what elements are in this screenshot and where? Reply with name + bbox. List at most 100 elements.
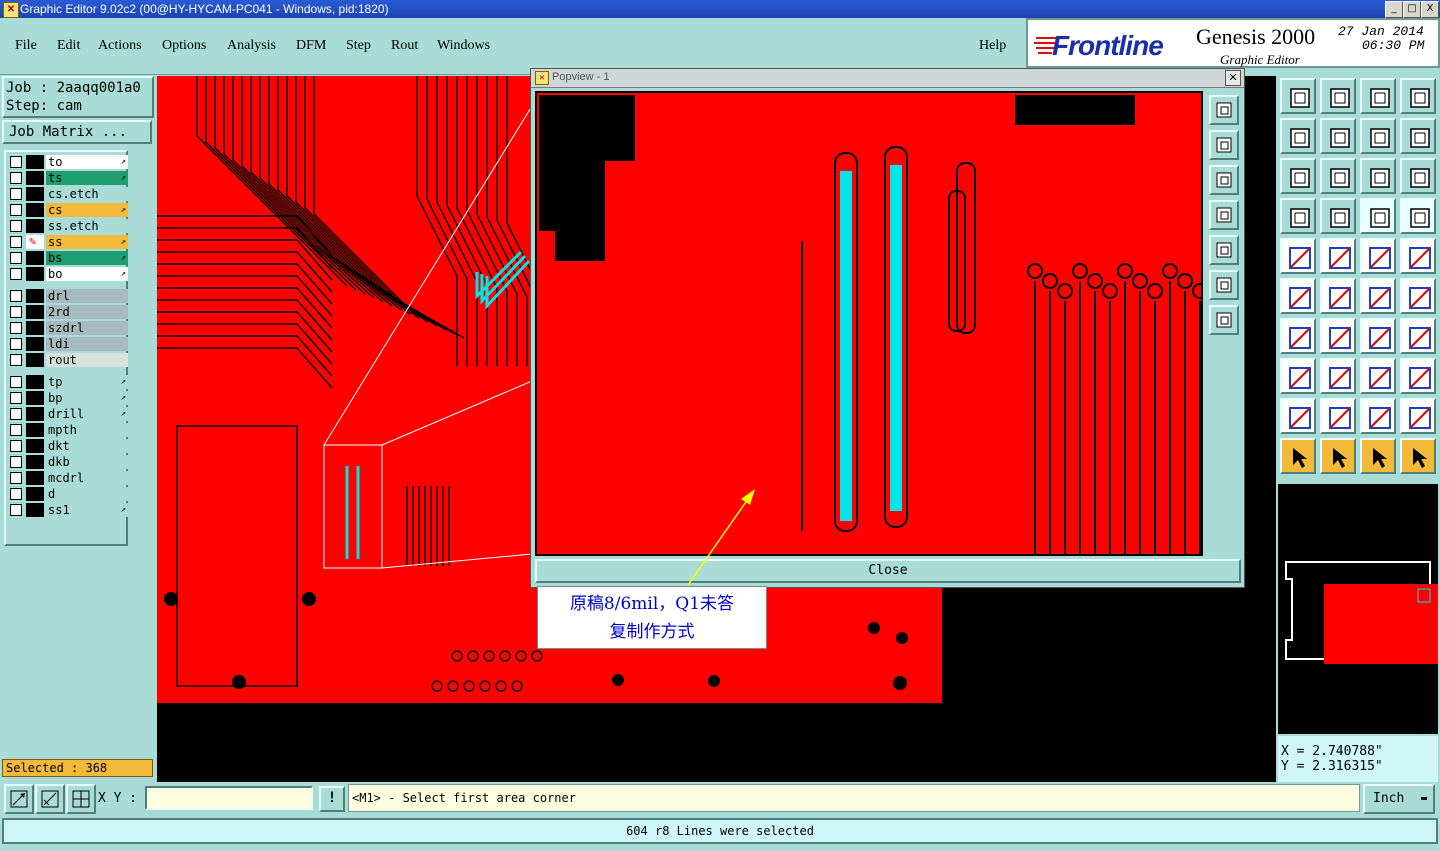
layer-work-indicator[interactable]: [26, 391, 44, 405]
layer-checkbox[interactable]: [10, 268, 22, 280]
horizontal-line-icon[interactable]: [1320, 358, 1356, 394]
layer-name[interactable]: 2rd: [46, 305, 128, 319]
palette-icon[interactable]: [1280, 198, 1316, 234]
scale-icon[interactable]: [1360, 158, 1396, 194]
angle-icon[interactable]: [1280, 318, 1316, 354]
job-matrix-button[interactable]: Job Matrix ...: [2, 120, 152, 144]
layer-row-rout[interactable]: rout: [6, 353, 128, 367]
layer-name[interactable]: rout: [46, 353, 128, 367]
point-icon[interactable]: [1280, 358, 1316, 394]
home-icon[interactable]: [1360, 78, 1396, 114]
menu-analysis[interactable]: Analysis: [227, 38, 276, 54]
close-window-button[interactable]: X: [1421, 1, 1439, 18]
popview-canvas[interactable]: [535, 91, 1203, 556]
layer-toggle-icon[interactable]: [1400, 198, 1436, 234]
minimize-button[interactable]: _: [1385, 1, 1403, 18]
layer-checkbox[interactable]: [10, 408, 22, 420]
layer-work-indicator[interactable]: [26, 503, 44, 517]
layer-name[interactable]: dkb: [46, 455, 128, 469]
pad-icon[interactable]: [1280, 238, 1316, 274]
layer-row-tp[interactable]: tp ↗: [6, 375, 128, 389]
layer-work-indicator[interactable]: [26, 155, 44, 169]
ruler-icon[interactable]: [1360, 238, 1396, 274]
layer-name[interactable]: cs.etch: [46, 187, 128, 201]
layer-name[interactable]: bp ↗: [46, 391, 128, 405]
pan-left-icon[interactable]: [1280, 118, 1316, 154]
layer-checkbox[interactable]: [10, 236, 22, 248]
xy-input[interactable]: [145, 786, 313, 810]
connect-icon[interactable]: [1280, 278, 1316, 314]
layer-name[interactable]: bs ↗: [46, 251, 128, 265]
layer-row-2rd[interactable]: 2rd: [6, 305, 128, 319]
menu-help[interactable]: Help: [979, 38, 1006, 54]
line-icon[interactable]: [1320, 238, 1356, 274]
layer-checkbox[interactable]: [10, 156, 22, 168]
pan-left-icon[interactable]: [1209, 200, 1239, 230]
overview-map[interactable]: [1278, 484, 1438, 734]
layer-name[interactable]: d: [46, 487, 128, 501]
layer-row-dkb[interactable]: dkb: [6, 455, 128, 469]
layer-checkbox[interactable]: [10, 322, 22, 334]
redo-icon[interactable]: [1400, 118, 1436, 154]
layer-row-drill[interactable]: drill ↗: [6, 407, 128, 421]
menu-windows[interactable]: Windows: [437, 38, 490, 54]
snap-icon[interactable]: [1400, 238, 1436, 274]
triangle-b-icon[interactable]: [1360, 398, 1396, 434]
layer-checkbox[interactable]: [10, 488, 22, 500]
layer-row-mpth[interactable]: mpth: [6, 423, 128, 437]
layer-work-indicator[interactable]: [26, 289, 44, 303]
center-icon[interactable]: [1320, 158, 1356, 194]
layer-name[interactable]: drl: [46, 289, 128, 303]
layer-row-ss-etch[interactable]: ss.etch: [6, 219, 128, 233]
layer-checkbox[interactable]: [10, 504, 22, 516]
layer-checkbox[interactable]: [10, 376, 22, 388]
layer-row-szdrl[interactable]: szdrl: [6, 321, 128, 335]
maximize-button[interactable]: □: [1403, 1, 1421, 18]
layer-row-cs-etch[interactable]: cs.etch: [6, 187, 128, 201]
layer-checkbox[interactable]: [10, 440, 22, 452]
zoom-down-icon[interactable]: [1209, 165, 1239, 195]
triangle-a-icon[interactable]: [1320, 398, 1356, 434]
layer-checkbox[interactable]: [10, 306, 22, 318]
draw-line-icon[interactable]: [1320, 318, 1356, 354]
layer-work-indicator[interactable]: [26, 171, 44, 185]
layer-checkbox[interactable]: [10, 172, 22, 184]
layer-work-indicator[interactable]: ✎: [26, 234, 44, 249]
pointer-path-icon[interactable]: [1400, 438, 1436, 474]
zoom-area-icon[interactable]: [4, 784, 34, 814]
exclamation-button[interactable]: !: [319, 786, 345, 812]
layer-work-indicator[interactable]: [26, 471, 44, 485]
zoom-fit-icon[interactable]: [1209, 95, 1239, 125]
layer-work-indicator[interactable]: [26, 251, 44, 265]
zoom-in-icon[interactable]: [1209, 270, 1239, 300]
layer-row-cs[interactable]: cs ↗: [6, 203, 128, 217]
layer-name[interactable]: cs ↗: [46, 203, 128, 217]
layer-checkbox[interactable]: [10, 472, 22, 484]
popview-close-button[interactable]: Close: [535, 559, 1241, 583]
grid-icon[interactable]: [1320, 198, 1356, 234]
layer-row-ss1[interactable]: ss1 ↗: [6, 503, 128, 517]
layer-work-indicator[interactable]: [26, 455, 44, 469]
layer-work-indicator[interactable]: [26, 487, 44, 501]
layer-name[interactable]: szdrl: [46, 321, 128, 335]
menu-dfm[interactable]: DFM: [296, 38, 326, 54]
layer-name[interactable]: bo ↗: [46, 267, 128, 281]
layer-name[interactable]: to ↗: [46, 155, 128, 169]
layer-row-bp[interactable]: bp ↗: [6, 391, 128, 405]
layer-name[interactable]: ss.etch: [46, 219, 128, 233]
layer-work-indicator[interactable]: [26, 439, 44, 453]
pointer-box-icon[interactable]: [1320, 438, 1356, 474]
menu-step[interactable]: Step: [346, 38, 371, 54]
arrow-move-icon[interactable]: [1360, 278, 1396, 314]
menu-file[interactable]: File: [15, 38, 37, 54]
layer-work-indicator[interactable]: [26, 423, 44, 437]
undo-icon[interactable]: [1360, 118, 1396, 154]
layer-name[interactable]: mpth: [46, 423, 128, 437]
popview-close-icon[interactable]: ✕: [1225, 70, 1241, 86]
layer-checkbox[interactable]: [10, 392, 22, 404]
menu-actions[interactable]: Actions: [98, 38, 142, 54]
layer-work-indicator[interactable]: [26, 305, 44, 319]
layer-work-indicator[interactable]: [26, 187, 44, 201]
layer-row-mcdrl[interactable]: mcdrl: [6, 471, 128, 485]
layer-checkbox[interactable]: [10, 252, 22, 264]
